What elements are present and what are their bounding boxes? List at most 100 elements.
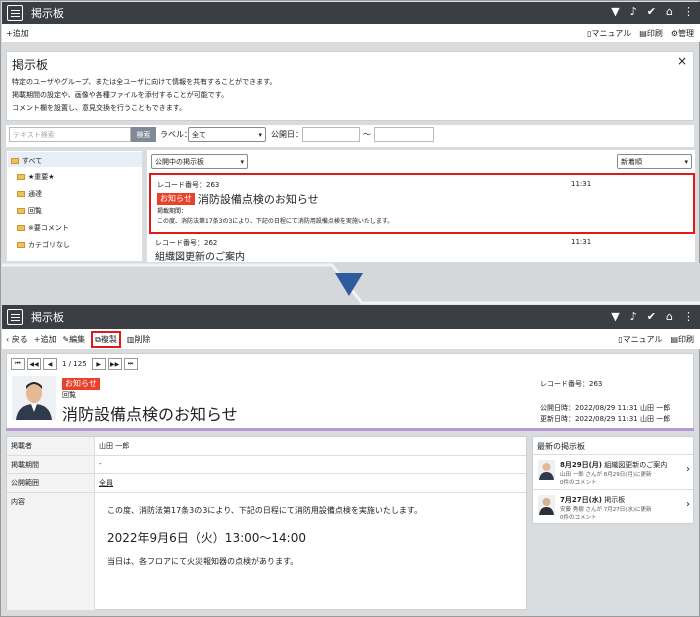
desc-line-2: 掲載期間の設定や、画像や各種ファイルを添付することが可能です。 [12,91,229,99]
desc-line-3: コメント欄を設置し、意見交換を行うこともできます。 [12,104,187,112]
folder-circular[interactable]: 回覧 [17,206,42,216]
latest-comments: 0件のコメント [560,515,597,521]
latest-title: 最新の掲示板 [537,442,585,451]
print-link[interactable]: ▤印刷 [639,28,663,39]
last-page-icon[interactable]: ⏭ [123,358,138,370]
search-button[interactable]: 検索 [131,127,156,142]
folder-uncategorized[interactable]: カテゴリなし [17,240,70,250]
latest-date: 8月29日(月) [560,461,603,469]
post-time: 11:31 [571,180,592,188]
person-photo [538,460,555,480]
admin-link[interactable]: ⚙管理 [671,28,694,39]
latest-posts-panel: 最新の掲示板 8月29日(月) 組織図更新のご案内 山田 一郎 さんが 8月29… [532,436,694,524]
post-title: 消防設備点検のお知らせ [62,405,238,424]
published-datetime: 公開日時：2022/08/29 11:31 山田 一郎 [540,404,671,412]
top-toolbar: +追加 ▯マニュアル ▤印刷 ⚙管理 [2,24,700,42]
app-title: 掲示板 [31,7,64,20]
copy-button[interactable]: ⧉複製 [91,330,121,348]
book-icon[interactable]: ▼ [611,5,619,18]
info-panel: 掲示板 × 特定のユーザやグループ、または全ユーザに向けて情報を共有することがで… [6,51,694,121]
print-link[interactable]: ▤印刷 [670,334,694,345]
panel-title: 掲示板 [12,58,49,72]
detail-toolbar: ‹ 戻る +追加 ✎編集 ⧉複製 ▥削除 ▯マニュアル ▤印刷 [2,329,700,349]
folder-notice[interactable]: 通達 [17,189,42,199]
folder-icon [17,225,25,231]
latest-post-title: 組織図更新のご案内 [604,461,668,469]
pubdate-to-input[interactable] [374,127,434,142]
edit-button[interactable]: ✎編集 [62,334,85,345]
search-input[interactable]: テキスト検索 [9,127,131,142]
screenshot-frame: 掲示板 ▼ ♪ ✔ ⌂ ⋮ +追加 ▯マニュアル ▤印刷 ⚙管理 掲示板 × 特… [0,0,700,617]
field-label: 内容 [7,493,95,610]
post-item-highlighted[interactable]: レコード番号：263 11:31 お知らせ 消防設備点検のお知らせ 掲載期間： … [149,173,695,234]
manual-link[interactable]: ▯マニュアル [587,28,631,39]
field-row-content: 内容 この度、消防法第17条3の3により、下記の日程にて消防用設備点検を実施いた… [7,492,526,610]
latest-meta: 安藤 秀樹 さんが 7月27日(水)に更新 [560,507,652,513]
check-icon[interactable]: ✔ [647,5,656,18]
back-button[interactable]: ‹ 戻る [6,334,28,345]
author-avatar [538,495,555,515]
check-icon[interactable]: ✔ [647,310,656,323]
field-value: 山田 一郎 [99,442,130,450]
pubdate-label: 公開日： [271,130,303,139]
home-icon[interactable]: ⌂ [666,310,673,323]
field-label: 公開範囲 [7,474,95,492]
first-page-icon[interactable]: ⏮ [11,358,25,370]
folder-icon [17,191,25,197]
sort-select[interactable]: 新着順 ▾ [617,154,692,169]
field-row-scope: 公開範囲 全員 [7,473,526,492]
field-value: - [99,460,102,468]
latest-post-title: 掲示板 [604,496,626,504]
post-time: 11:31 [571,238,592,246]
more-icon[interactable]: ⋮ [683,310,694,323]
tilde-separator: ～ [363,130,371,139]
top-app-header: 掲示板 ▼ ♪ ✔ ⌂ ⋮ [2,2,700,24]
post-header-panel: ⏮ ◀◀ ◀ 1 / 125 ▶ ▶▶ ⏭ お知らせ 回覧 消防設備点検のお知ら… [6,353,694,431]
updated-datetime: 更新日時：2022/08/29 11:31 山田 一郎 [540,415,671,423]
more-icon[interactable]: ⋮ [683,5,694,18]
status-filter-select[interactable]: 公開中の掲示板 ▾ [151,154,248,169]
person-photo [538,495,555,515]
transition-band [2,263,700,305]
category-badge: お知らせ [157,193,195,205]
latest-item[interactable]: 7月27日(水) 掲示板 安藤 秀樹 さんが 7月27日(水)に更新 0件のコメ… [533,489,693,523]
latest-date: 7月27日(水) [560,496,603,504]
latest-comments: 0件のコメント [560,480,597,486]
next-page-icon[interactable]: ▶ [91,358,106,370]
post-title[interactable]: 組織図更新のご案内 [155,248,245,263]
post-title: 消防設備点検のお知らせ [197,193,319,206]
manual-link[interactable]: ▯マニュアル [618,334,662,345]
delete-button[interactable]: ▥削除 [127,334,151,345]
label-select[interactable]: 全て ▾ [188,127,266,142]
hamburger-menu-icon[interactable] [7,309,23,325]
folder-important[interactable]: ★重要★ [17,172,55,182]
scope-link[interactable]: 全員 [99,478,113,488]
add-button[interactable]: +追加 [34,334,57,345]
content-line-3: 当日は、各フロアにて火災報知器の点検があります。 [107,557,299,566]
home-icon[interactable]: ⌂ [666,5,673,18]
book-icon[interactable]: ▼ [611,310,619,323]
field-row-period: 掲載期間 - [7,455,526,473]
post-detail-table: 掲載者 山田 一郎 掲載期間 - 公開範囲 全員 内容 この度、消防法第17条3… [6,436,527,610]
app-title: 掲示板 [31,311,64,324]
chevron-right-icon: › [686,499,690,510]
bell-icon[interactable]: ♪ [630,310,637,323]
latest-item[interactable]: 8月29日(月) 組織図更新のご案内 山田 一郎 さんが 8月29日(月)に更新… [533,454,693,488]
hamburger-menu-icon[interactable] [7,5,23,21]
down-arrow-icon [2,263,700,305]
post-list-area: 公開中の掲示板 ▾ 新着順 ▾ レコード番号：263 11:31 お知らせ 消防設備… [147,150,695,263]
record-number: レコード番号：263 [540,380,603,388]
pubdate-from-input[interactable] [302,127,360,142]
prev-fast-icon[interactable]: ◀◀ [27,358,41,370]
prev-page-icon[interactable]: ◀ [43,358,57,370]
post-category: 回覧 [62,391,76,399]
folder-icon [17,242,25,248]
add-button[interactable]: +追加 [6,28,29,39]
field-label: 掲載者 [7,437,95,455]
close-icon[interactable]: × [677,54,687,68]
bottom-app-header: 掲示板 ▼ ♪ ✔ ⌂ ⋮ [2,305,700,329]
bell-icon[interactable]: ♪ [630,5,637,18]
next-fast-icon[interactable]: ▶▶ [107,358,122,370]
folder-comment-required[interactable]: ※要コメント [17,223,69,233]
folder-all[interactable]: すべて [8,152,142,167]
